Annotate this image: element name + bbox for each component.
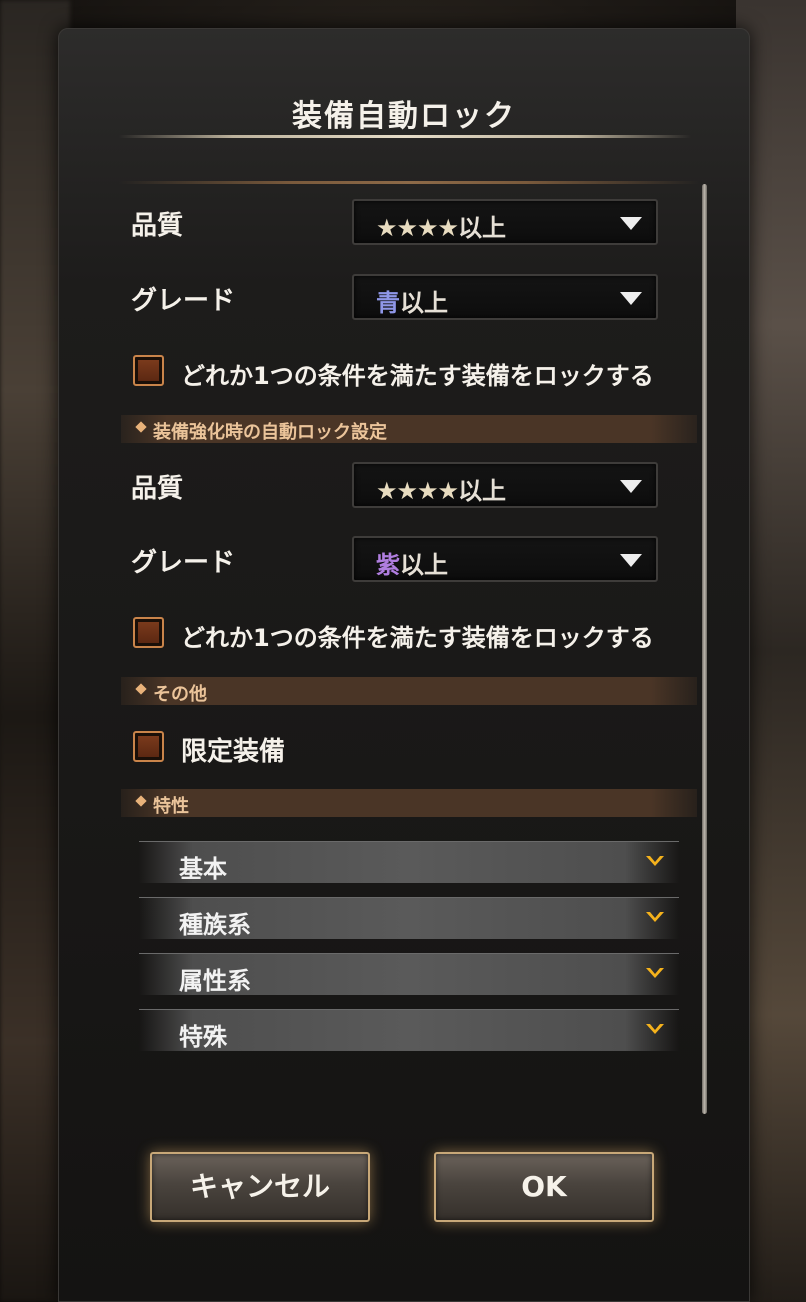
- trait-category-basic[interactable]: 基本: [139, 841, 679, 883]
- quality-label: 品質: [131, 211, 184, 241]
- auto-lock-dialog: 装備自動ロック 品質 ★★★★以上 グレード 青以上 どれか1つの条件を満たす装…: [58, 28, 750, 1302]
- triangle-down-icon: [620, 292, 642, 305]
- grade-select[interactable]: 青以上: [352, 274, 658, 320]
- grade-label: グレード: [131, 286, 236, 316]
- limited-equipment-checkbox[interactable]: [133, 731, 164, 762]
- diamond-icon: [135, 683, 147, 695]
- chevron-down-icon: [646, 856, 664, 866]
- diamond-icon: [135, 421, 147, 433]
- chevron-down-icon: [646, 1024, 664, 1034]
- trait-category-label: 属性系: [179, 967, 251, 995]
- trait-category-race[interactable]: 種族系: [139, 897, 679, 939]
- section-header-text: その他: [153, 684, 207, 705]
- section-header-other: その他: [121, 677, 697, 705]
- section-header-enhance: 装備強化時の自動ロック設定: [121, 415, 697, 443]
- diamond-icon: [135, 795, 147, 807]
- trait-category-special[interactable]: 特殊: [139, 1009, 679, 1051]
- any-condition-checkbox[interactable]: [133, 355, 164, 386]
- dialog-title: 装備自動ロック: [292, 99, 516, 134]
- ok-button[interactable]: OK: [434, 1152, 654, 1222]
- scrollbar[interactable]: [702, 184, 707, 1114]
- chevron-down-icon: [646, 912, 664, 922]
- enhance-grade-select-value: 紫以上: [376, 551, 448, 579]
- enhance-grade-select[interactable]: 紫以上: [352, 536, 658, 582]
- trait-category-label: 基本: [179, 855, 227, 883]
- any-condition-label: どれか1つの条件を満たす装備をロックする: [181, 362, 654, 390]
- enhance-quality-select[interactable]: ★★★★以上: [352, 462, 658, 508]
- grade-select-value: 青以上: [376, 289, 448, 317]
- trait-category-attribute[interactable]: 属性系: [139, 953, 679, 995]
- title-divider: [119, 135, 691, 138]
- quality-select[interactable]: ★★★★以上: [352, 199, 658, 245]
- cancel-button[interactable]: キャンセル: [150, 1152, 370, 1222]
- section-header-text: 装備強化時の自動ロック設定: [153, 422, 387, 443]
- enhance-quality-label: 品質: [131, 474, 184, 504]
- triangle-down-icon: [620, 480, 642, 493]
- trait-category-label: 特殊: [179, 1023, 227, 1051]
- enhance-any-condition-checkbox[interactable]: [133, 617, 164, 648]
- triangle-down-icon: [620, 554, 642, 567]
- limited-equipment-label: 限定装備: [181, 737, 286, 767]
- section-header-traits: 特性: [121, 789, 697, 817]
- enhance-quality-select-value: ★★★★以上: [376, 477, 507, 505]
- triangle-down-icon: [620, 217, 642, 230]
- section-header-text: 特性: [153, 796, 189, 817]
- quality-select-value: ★★★★以上: [376, 214, 507, 242]
- content-divider: [119, 181, 699, 184]
- trait-category-label: 種族系: [179, 911, 251, 939]
- enhance-grade-label: グレード: [131, 548, 236, 578]
- chevron-down-icon: [646, 968, 664, 978]
- enhance-any-condition-label: どれか1つの条件を満たす装備をロックする: [181, 624, 654, 652]
